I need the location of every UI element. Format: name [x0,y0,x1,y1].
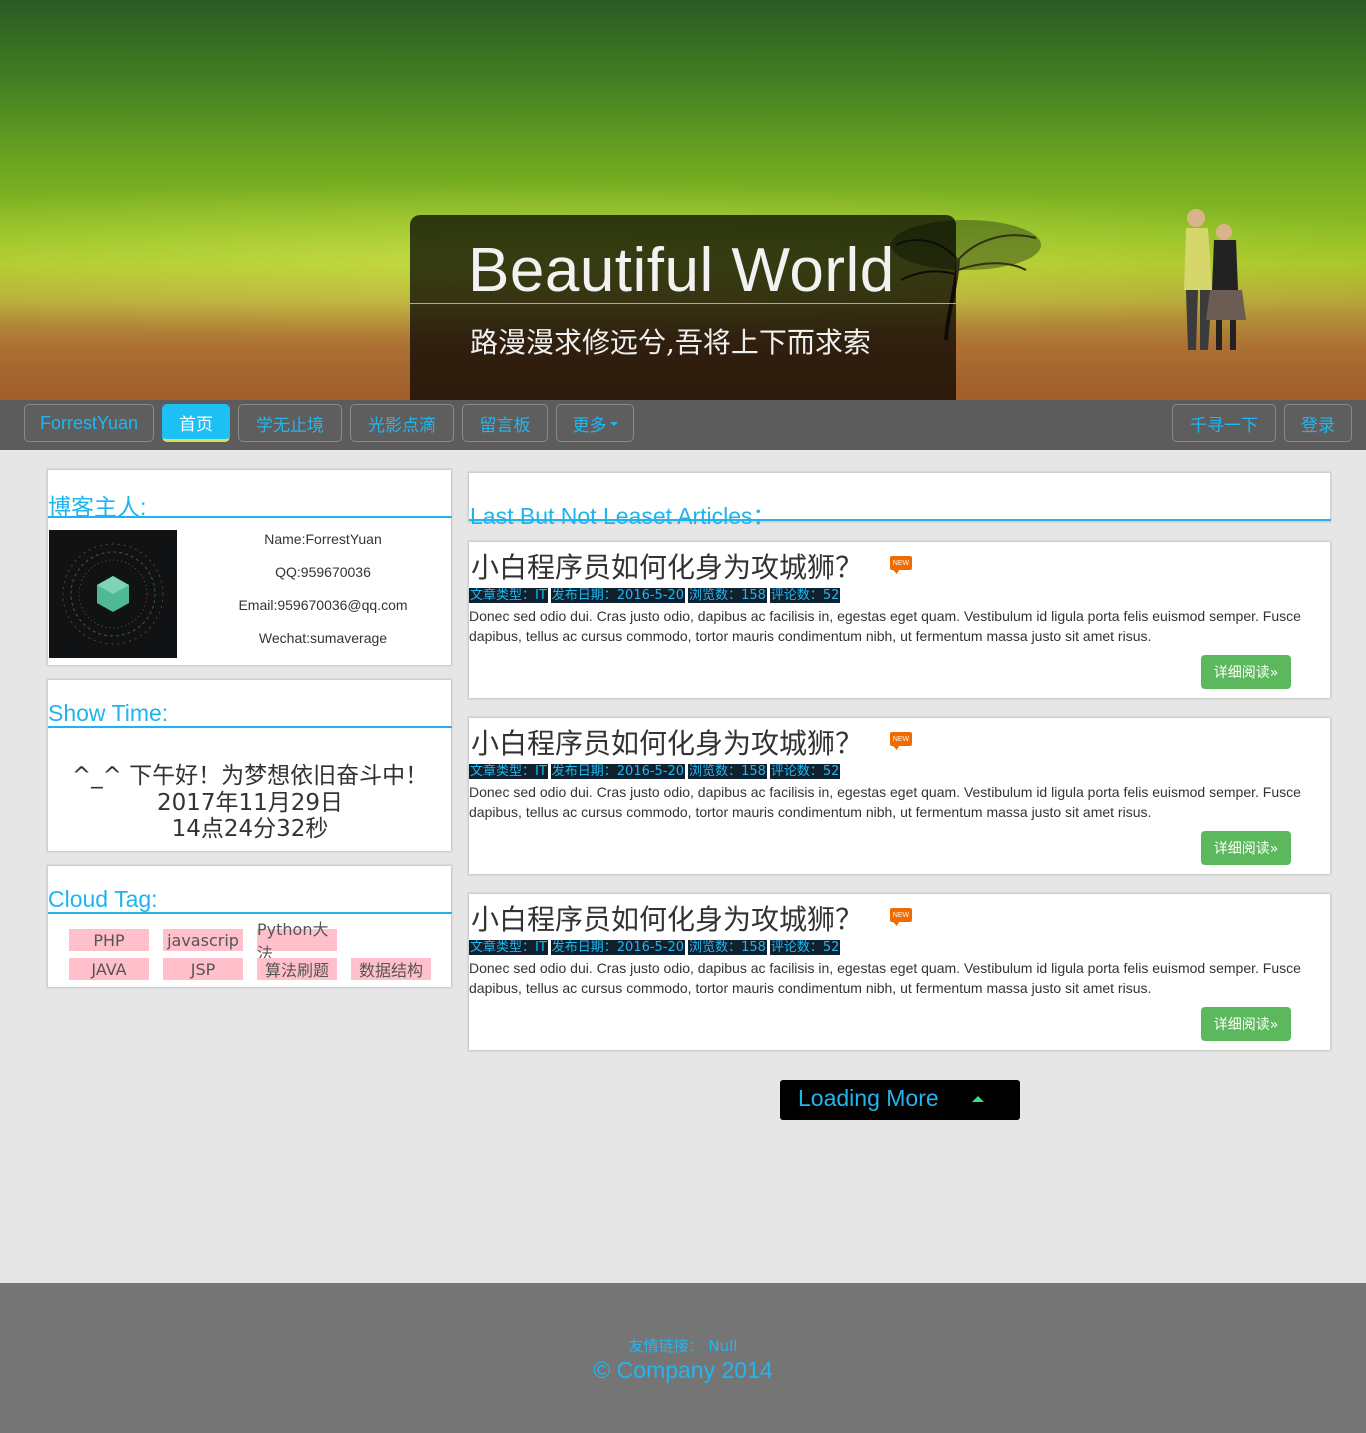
tag-algorithms[interactable]: 算法刷题 [257,958,337,980]
nav-item-photos[interactable]: 光影点滴 [350,404,454,442]
read-more-button[interactable]: 详细阅读» [1201,655,1291,689]
footer: 友情链接： Null © Company 2014 [0,1283,1366,1433]
footer-copyright: © Company 2014 [593,1357,773,1383]
article-excerpt: Donec sed odio dui. Cras justo odio, dap… [469,784,1301,820]
couple-tree-illustration [891,209,1246,350]
article-title[interactable]: 小白程序员如何化身为攻城狮？ [471,546,863,586]
new-badge-icon: NEW [890,908,912,926]
owner-panel: 博客主人: Name:ForrestYuan QQ:959670036 Emai… [47,469,452,666]
article-date: 发布日期：2016-5-20 [550,588,686,603]
tag-jsp[interactable]: JSP [163,958,243,980]
nav-item-more-dropdown[interactable]: 更多 [556,404,634,442]
nav-item-home[interactable]: 首页 [162,404,230,442]
loading-more-label: Loading More [798,1085,939,1111]
article-date: 发布日期：2016-5-20 [550,940,686,955]
owner-email: Email:959670036@qq.com [238,597,408,613]
tag-data-structures[interactable]: 数据结构 [351,958,431,980]
tag-python[interactable]: Python大法 [257,920,337,963]
cloud-tag-panel: Cloud Tag: PHP javascrip Python大法 JAVA J… [47,865,452,988]
hero-divider [410,303,956,304]
article-comments: 评论数：52 [769,588,841,603]
owner-heading-rule [48,516,452,518]
login-button[interactable]: 登录 [1284,404,1352,442]
search-button[interactable]: 千寻一下 [1172,404,1276,442]
article-card: 小白程序员如何化身为攻城狮？ NEW 文章类型：IT 发布日期：2016-5-2… [468,893,1331,1051]
article-meta: 文章类型：IT 发布日期：2016-5-20 浏览数：158 评论数：52 [469,588,843,603]
article-title[interactable]: 小白程序员如何化身为攻城狮？ [471,722,863,762]
article-type: 文章类型：IT [469,764,548,779]
article-views: 浏览数：158 [688,940,767,955]
article-title[interactable]: 小白程序员如何化身为攻城狮？ [471,898,863,938]
show-time-heading: Show Time: [48,700,169,726]
new-badge-icon: NEW [890,732,912,750]
article-comments: 评论数：52 [769,764,841,779]
hero-title: Beautiful World [468,236,895,305]
read-more-button[interactable]: 详细阅读» [1201,1007,1291,1041]
loading-more-button[interactable]: Loading More [780,1080,1020,1120]
current-time: 14点24分32秒 [171,816,329,842]
hero-subtitle: 路漫漫求修远兮,吾将上下而求索 [470,326,871,359]
avatar [49,530,177,658]
nav-item-study[interactable]: 学无止境 [238,404,342,442]
article-meta: 文章类型：IT 发布日期：2016-5-20 浏览数：158 评论数：52 [469,940,843,955]
arrow-up-icon [972,1096,984,1102]
show-time-panel: Show Time: ^_^ 下午好！为梦想依旧奋斗中！ 2017年11月29日… [47,679,452,852]
article-excerpt: Donec sed odio dui. Cras justo odio, dap… [469,608,1301,644]
nav-item-more-label: 更多 [572,415,607,436]
articles-heading-rule [469,519,1331,521]
hero-banner: Beautiful World 路漫漫求修远兮,吾将上下而求索 [0,0,1366,400]
owner-qq: QQ:959670036 [275,564,371,580]
articles-header-panel: Last But Not Leaset Articles： [468,472,1331,529]
new-badge-icon: NEW [890,556,912,574]
article-excerpt: Donec sed odio dui. Cras justo odio, dap… [469,960,1301,996]
avatar-hexagon-icon [62,543,164,645]
article-card: 小白程序员如何化身为攻城狮？ NEW 文章类型：IT 发布日期：2016-5-2… [468,541,1331,699]
articles-heading: Last But Not Leaset Articles： [470,503,776,529]
article-views: 浏览数：158 [688,764,767,779]
footer-friend-links[interactable]: 友情链接： Null [0,1335,1366,1356]
tag-php[interactable]: PHP [69,929,149,951]
caret-down-icon [609,422,618,426]
cloud-tag-heading-rule [48,912,452,914]
article-card: 小白程序员如何化身为攻城狮？ NEW 文章类型：IT 发布日期：2016-5-2… [468,717,1331,875]
owner-name: Name:ForrestYuan [264,531,382,547]
owner-wechat: Wechat:sumaverage [258,630,388,646]
top-navbar: ForrestYuan 首页 学无止境 光影点滴 留言板 更多 千寻一下 登录 [0,400,1366,450]
article-type: 文章类型：IT [469,588,548,603]
article-views: 浏览数：158 [688,588,767,603]
article-meta: 文章类型：IT 发布日期：2016-5-20 浏览数：158 评论数：52 [469,764,843,779]
tag-java[interactable]: JAVA [69,958,149,980]
nav-item-guestbook[interactable]: 留言板 [462,404,548,442]
hero-caption-panel: Beautiful World 路漫漫求修远兮,吾将上下而求索 [410,215,956,400]
article-comments: 评论数：52 [769,940,841,955]
brand-link[interactable]: ForrestYuan [24,404,154,442]
cloud-tag-heading: Cloud Tag: [48,886,158,912]
tag-javascript[interactable]: javascrip [163,929,243,951]
show-time-heading-rule [48,726,452,728]
article-date: 发布日期：2016-5-20 [550,764,686,779]
read-more-button[interactable]: 详细阅读» [1201,831,1291,865]
article-type: 文章类型：IT [469,940,548,955]
